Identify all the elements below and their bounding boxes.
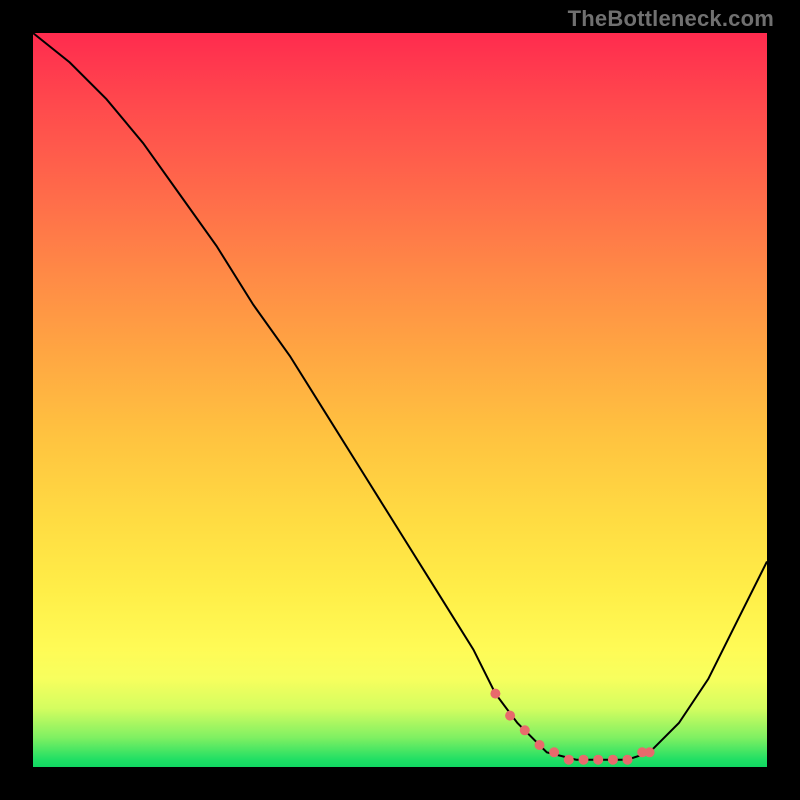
valley-marker bbox=[645, 747, 655, 757]
valley-marker bbox=[490, 689, 500, 699]
valley-marker bbox=[549, 747, 559, 757]
valley-marker bbox=[505, 711, 515, 721]
valley-marker bbox=[579, 755, 589, 765]
chart-svg bbox=[33, 33, 767, 767]
valley-marker bbox=[520, 725, 530, 735]
attribution-label: TheBottleneck.com bbox=[568, 6, 774, 32]
valley-marker bbox=[564, 755, 574, 765]
valley-marker bbox=[535, 740, 545, 750]
chart-container: TheBottleneck.com bbox=[0, 0, 800, 800]
valley-markers bbox=[490, 689, 654, 765]
valley-marker bbox=[593, 755, 603, 765]
bottleneck-curve bbox=[33, 33, 767, 760]
valley-marker bbox=[623, 755, 633, 765]
valley-marker bbox=[608, 755, 618, 765]
